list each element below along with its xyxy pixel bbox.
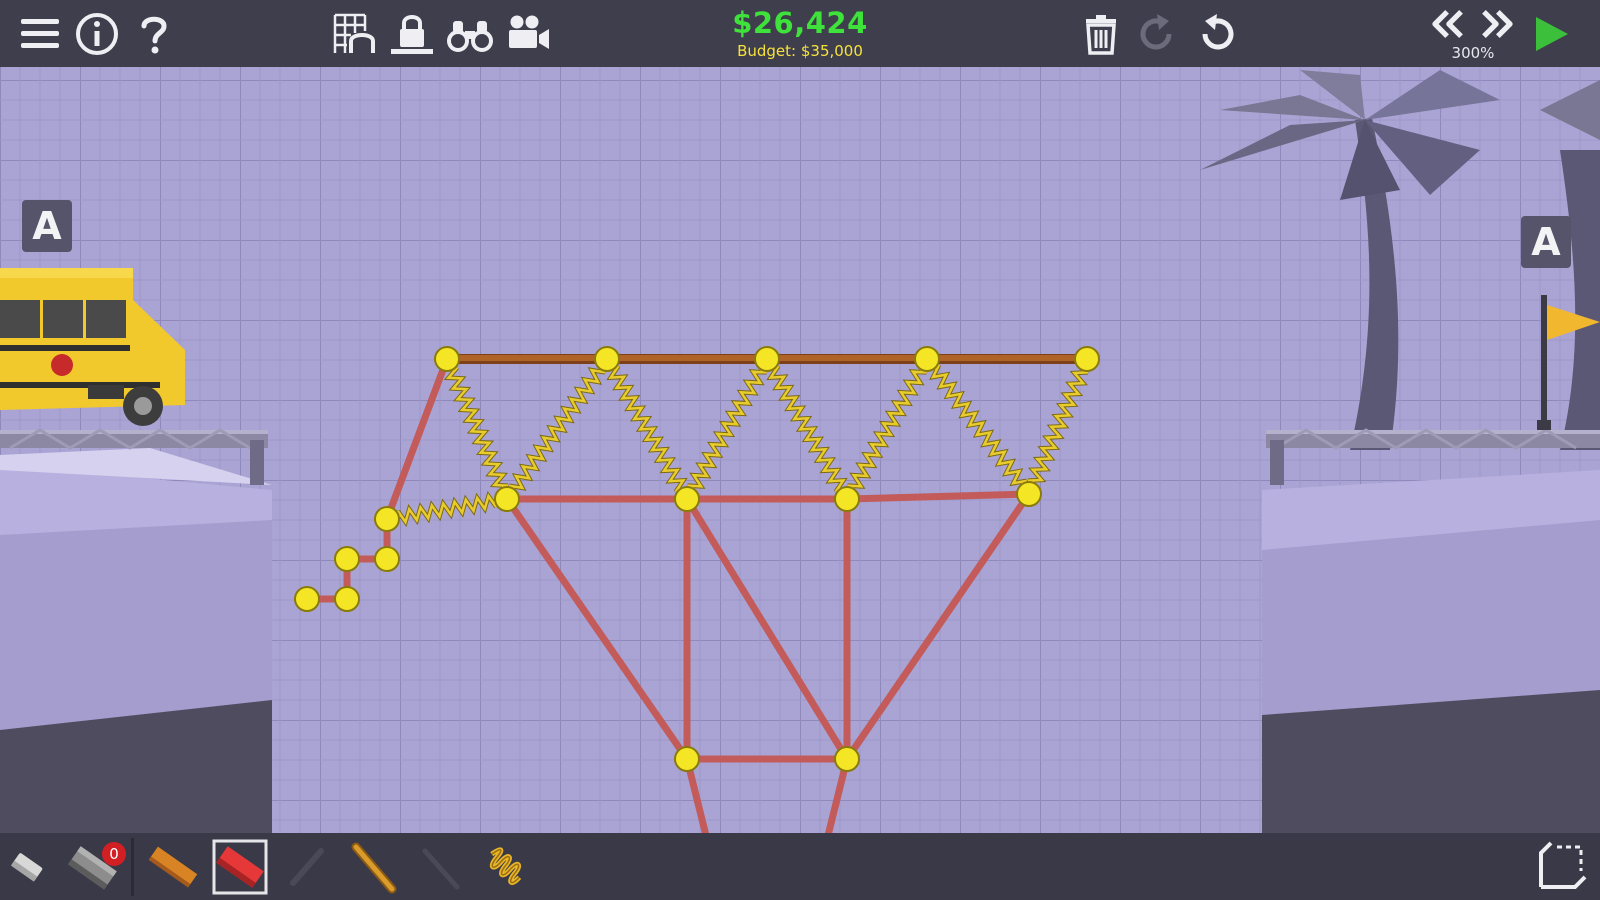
bridge-joint[interactable]: [434, 346, 460, 372]
undo-button[interactable]: [1190, 8, 1242, 60]
anchor-label: A: [1531, 220, 1561, 264]
cable-icon: [422, 848, 460, 890]
rope-icon: [290, 848, 324, 886]
delete-button[interactable]: [1075, 8, 1127, 60]
bridge-joint[interactable]: [1074, 346, 1100, 372]
reinforced-road-icon: [212, 839, 268, 895]
eraser-tool[interactable]: [0, 838, 56, 896]
camera-button[interactable]: [502, 8, 554, 60]
undo-icon: [1202, 14, 1234, 50]
play-icon: [1536, 17, 1568, 51]
road-count-badge: 0: [102, 842, 126, 866]
bridge-joint[interactable]: [374, 506, 400, 532]
wood-road-icon: [148, 846, 198, 888]
resize-view-button[interactable]: [1532, 838, 1590, 896]
play-button[interactable]: [1525, 8, 1577, 60]
menu-icon: [21, 19, 59, 48]
grid-toggle-button[interactable]: [328, 8, 380, 60]
bridge-joint[interactable]: [754, 346, 780, 372]
bridge-joint[interactable]: [834, 486, 860, 512]
wood-beam-icon: [351, 842, 397, 894]
bridge-joint[interactable]: [674, 746, 700, 772]
rope-material-disabled[interactable]: [278, 838, 336, 896]
grid-icon: [333, 13, 375, 53]
eraser-icon: [10, 853, 43, 882]
binoculars-icon: [447, 21, 493, 52]
speed-up-button[interactable]: [1474, 4, 1520, 44]
bridge-joint[interactable]: [834, 746, 860, 772]
menu-button[interactable]: [14, 8, 66, 60]
anchor-lock-button[interactable]: [386, 8, 438, 60]
slow-down-button[interactable]: [1425, 4, 1471, 44]
bridge-joint[interactable]: [294, 586, 320, 612]
wood-road-material[interactable]: [144, 838, 202, 896]
reinforced-road-material[interactable]: [211, 838, 269, 896]
fast-forward-icon: [1482, 9, 1513, 39]
wood-material[interactable]: [345, 838, 403, 896]
bridge-joint[interactable]: [334, 586, 360, 612]
left-cliff: [0, 428, 272, 833]
binoculars-button[interactable]: [444, 8, 496, 60]
bridge-build-area[interactable]: [0, 0, 1600, 900]
redo-icon: [1140, 14, 1172, 50]
anchor-marker-left: A: [22, 200, 72, 252]
anchor-marker-right: A: [1521, 216, 1571, 268]
bridge-joint[interactable]: [334, 546, 360, 572]
spring-material[interactable]: [478, 838, 536, 896]
right-cliff: [1262, 428, 1600, 833]
bridge-joint[interactable]: [594, 346, 620, 372]
bridge-joint[interactable]: [494, 486, 520, 512]
spring-icon: [489, 847, 522, 885]
steel-beam[interactable]: [843, 490, 1033, 503]
simulation-speed: 300%: [1451, 44, 1495, 62]
bridge-joint[interactable]: [674, 486, 700, 512]
anchor-lock-icon: [391, 15, 433, 54]
bridge-joint[interactable]: [1016, 481, 1042, 507]
budget-label: Budget: $35,000: [737, 42, 863, 60]
bridge-cost: $26,424: [732, 6, 868, 40]
bridge-joint[interactable]: [914, 346, 940, 372]
help-button[interactable]: [128, 8, 180, 60]
resize-corner-icon: [1539, 841, 1587, 889]
camera-icon: [509, 15, 549, 49]
cable-material-disabled[interactable]: [412, 838, 470, 896]
bridge-joint[interactable]: [374, 546, 400, 572]
info-button[interactable]: [71, 8, 123, 60]
trash-icon: [1086, 15, 1116, 55]
help-icon: [141, 16, 167, 54]
rewind-icon: [1432, 9, 1463, 39]
redo-button[interactable]: [1132, 8, 1184, 60]
info-icon: [76, 13, 118, 55]
anchor-label: A: [32, 204, 62, 248]
toolbar-divider: [131, 838, 134, 896]
